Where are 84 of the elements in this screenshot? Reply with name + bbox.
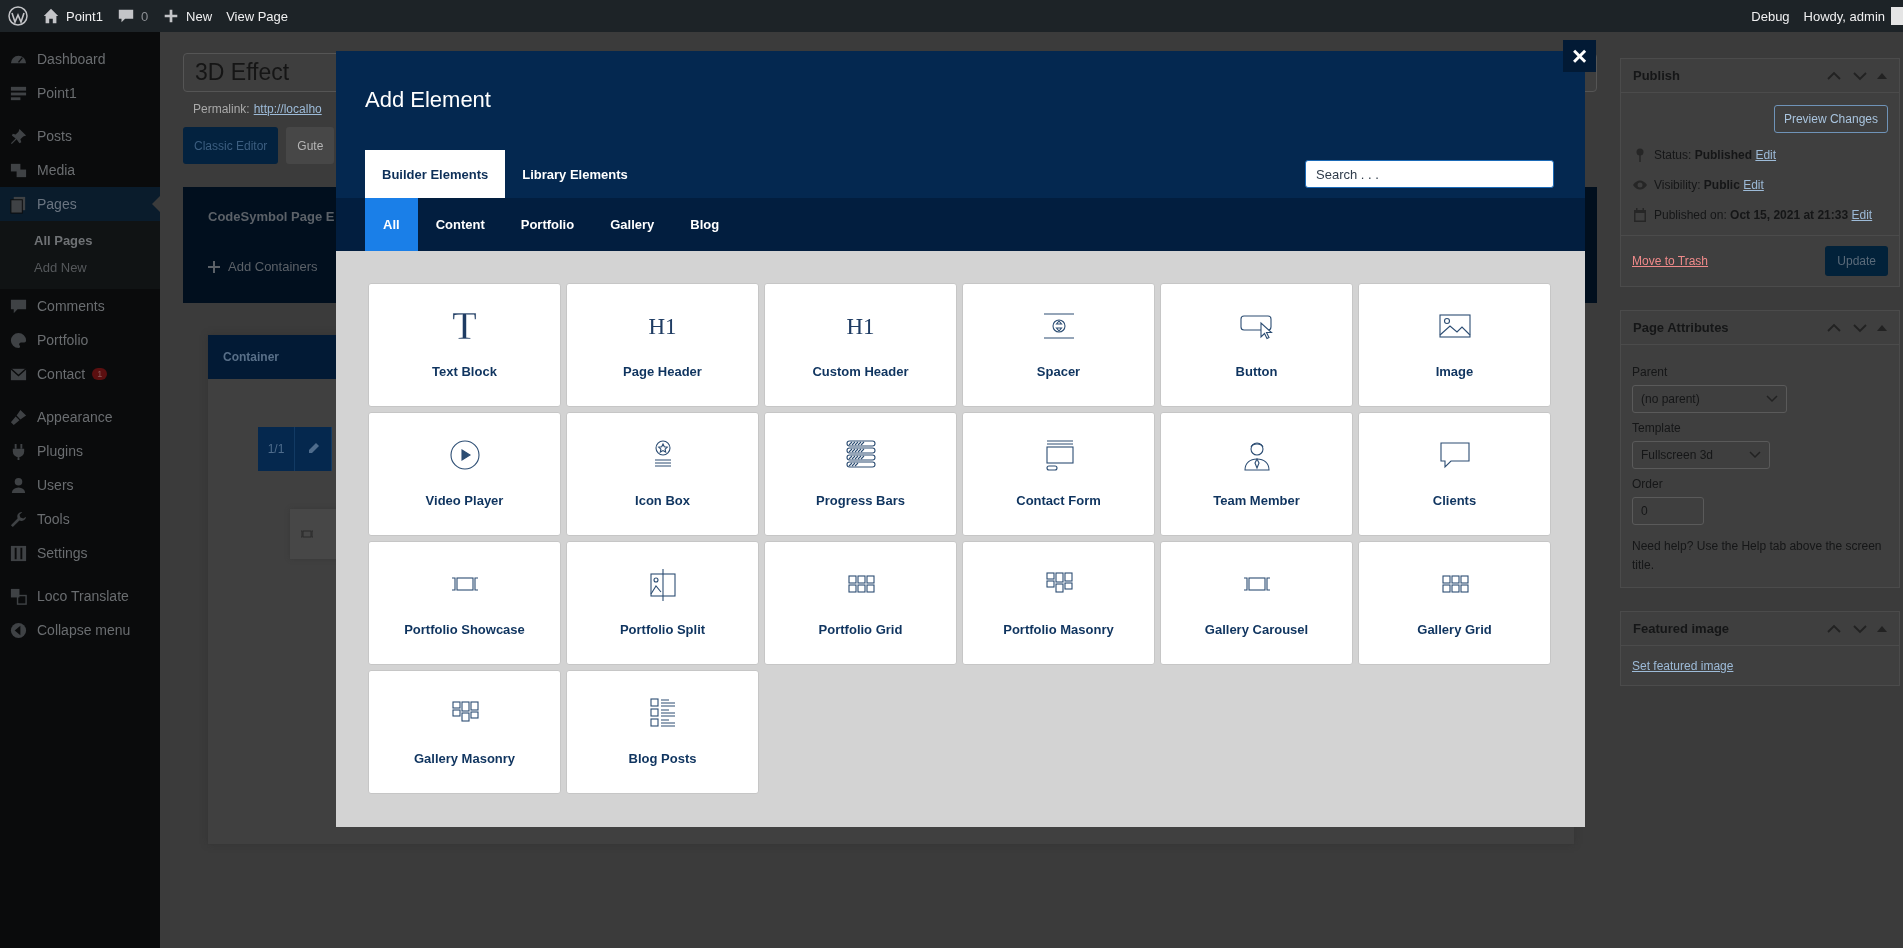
pushpin-icon (9, 126, 28, 146)
element-card[interactable]: Portfolio Grid (764, 541, 957, 665)
glyph-icon: H1 (648, 314, 677, 338)
dialog-tab[interactable]: Builder Elements (365, 150, 506, 198)
sliders-icon (9, 543, 28, 563)
menu-item[interactable]: Pages (0, 187, 160, 221)
element-card[interactable]: Clients (1358, 412, 1551, 536)
close-button[interactable]: × (1563, 40, 1596, 72)
element-card[interactable]: H1 Custom Header (764, 283, 957, 407)
element-card[interactable]: Contact Form (962, 412, 1155, 536)
edit-button[interactable] (295, 427, 332, 471)
menu-item[interactable]: Users (0, 468, 160, 502)
menu-item[interactable]: Portfolio (0, 323, 160, 357)
filter-tab[interactable]: Content (417, 198, 503, 251)
palette-icon (9, 330, 28, 350)
view-page-link[interactable]: View Page (226, 8, 289, 24)
edit-link[interactable]: Edit (1851, 208, 1873, 222)
home-icon (42, 7, 60, 25)
element-card[interactable]: H1 Page Header (566, 283, 759, 407)
menu-item[interactable]: Posts (0, 119, 160, 153)
logo-icon[interactable] (8, 6, 28, 26)
filter-tab[interactable]: Blog (672, 198, 738, 251)
element-card[interactable]: Image (1358, 283, 1551, 407)
element-card[interactable]: Gallery Grid (1358, 541, 1551, 665)
account-link[interactable]: Howdy, admin (1803, 7, 1903, 25)
menu-item[interactable]: Comments (0, 289, 160, 323)
column-size-label: 1/1 (258, 427, 295, 471)
editor-toggle-button[interactable]: Gute (286, 127, 335, 164)
submenu-item[interactable]: All Pages (0, 227, 160, 254)
filter-tab[interactable]: Gallery (592, 198, 673, 251)
chevron-down-icon (1749, 451, 1761, 459)
dialog-title: Add Element (365, 86, 491, 113)
site-link[interactable]: Point1 (42, 7, 103, 25)
permalink-label: Permalink: (193, 102, 250, 116)
debug-link[interactable]: Debug (1751, 8, 1790, 24)
menu-item[interactable]: Tools (0, 502, 160, 536)
plus-icon (208, 260, 220, 273)
element-card[interactable]: Portfolio Showcase (368, 541, 561, 665)
move-to-trash-link[interactable]: Move to Trash (1632, 254, 1709, 268)
new-link[interactable]: New (162, 7, 213, 25)
translate-icon (9, 586, 28, 606)
menu-item[interactable]: Collapse menu (0, 613, 160, 647)
brush-icon (9, 407, 28, 427)
element-card[interactable]: T Text Block (368, 283, 561, 407)
menu-item[interactable]: Appearance (0, 400, 160, 434)
person-icon (9, 475, 28, 495)
element-card[interactable]: Progress Bars (764, 412, 957, 536)
element-card[interactable]: Blog Posts (566, 670, 759, 794)
element-card[interactable]: Icon Box (566, 412, 759, 536)
element-card[interactable]: Button (1160, 283, 1353, 407)
element-card[interactable]: Video Player (368, 412, 561, 536)
chevron-down-icon (1766, 395, 1778, 403)
menu-item[interactable]: Contact 1 (0, 357, 160, 391)
search-field[interactable]: Search . . . (1305, 160, 1554, 188)
element-card[interactable]: Portfolio Masonry (962, 541, 1155, 665)
filter-tab[interactable]: Portfolio (502, 198, 593, 251)
menu-item[interactable]: Point1 (0, 76, 160, 110)
edit-link[interactable]: Edit (1755, 148, 1777, 162)
dialog-tab[interactable]: Library Elements (505, 150, 645, 198)
comments-link[interactable]: 0 (116, 7, 149, 25)
element-card[interactable]: Team Member (1160, 412, 1353, 536)
set-featured-image-link[interactable]: Set featured image (1632, 659, 1734, 673)
element-card[interactable]: Gallery Carousel (1160, 541, 1353, 665)
element-card[interactable]: Spacer (962, 283, 1155, 407)
avatar-placeholder (1891, 7, 1903, 25)
menu-item[interactable]: Media (0, 153, 160, 187)
add-containers-button[interactable]: Add Containers (208, 259, 1572, 274)
calendar-icon (1632, 207, 1648, 223)
menu-item[interactable]: Settings (0, 536, 160, 570)
builder-title: CodeSymbol Page E (208, 209, 336, 224)
menu-item[interactable]: Plugins (0, 434, 160, 468)
pages-icon (9, 194, 28, 214)
menu-item[interactable]: Dashboard (0, 42, 160, 76)
menu-item[interactable]: Loco Translate (0, 579, 160, 613)
element-card[interactable]: Gallery Masonry (368, 670, 561, 794)
edit-link[interactable]: Edit (1743, 178, 1764, 192)
glyph-icon: H1 (846, 314, 875, 338)
pencil-icon (307, 443, 319, 455)
count-badge: 1 (92, 368, 108, 380)
filter-tab[interactable]: All (365, 198, 418, 251)
permalink-link[interactable]: http://localho (253, 102, 322, 116)
element-card[interactable]: Portfolio Split (566, 541, 759, 665)
preview-changes-button[interactable]: Preview Changes (1773, 105, 1888, 133)
wrench-icon (9, 509, 28, 529)
